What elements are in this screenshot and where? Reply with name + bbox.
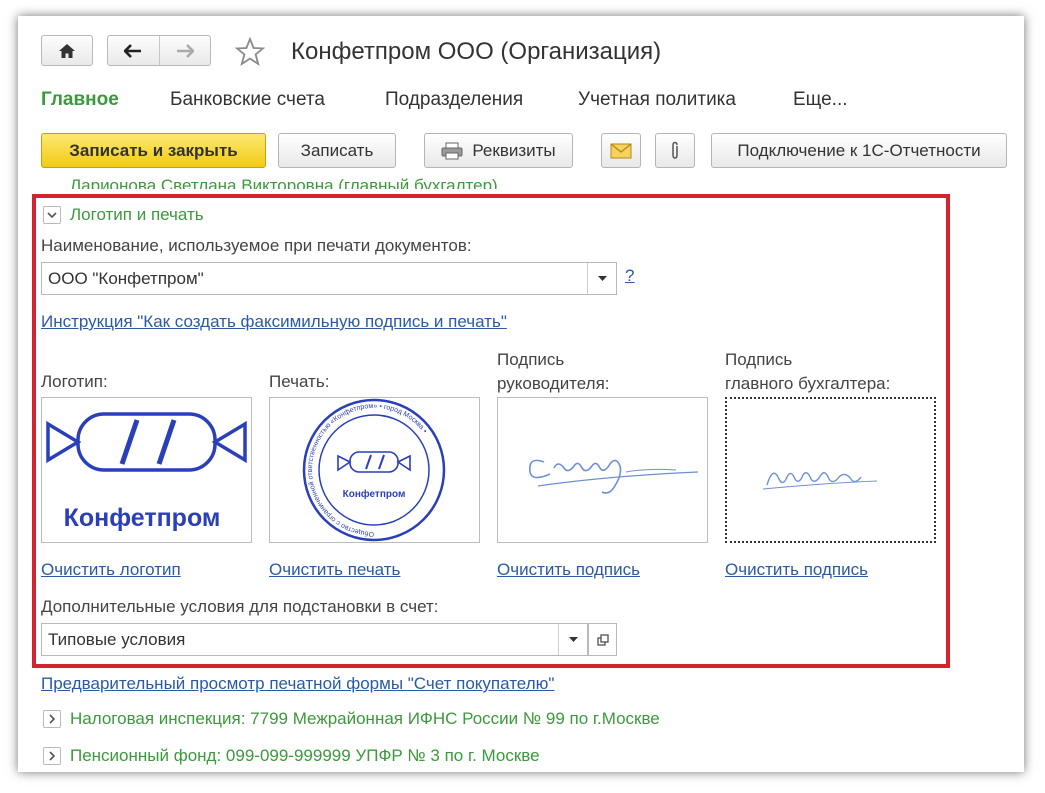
clear-stamp-link[interactable]: Очистить печать — [269, 560, 400, 580]
star-icon — [234, 36, 266, 67]
accountant-signature-label: Подпись главного бухгалтера: — [725, 348, 890, 396]
form-window: Конфетпром ООО (Организация) Главное Бан… — [18, 16, 1024, 772]
stamp-label: Печать: — [269, 372, 330, 391]
instruction-link[interactable]: Инструкция "Как создать факсимильную под… — [41, 312, 507, 332]
paperclip-icon — [672, 141, 678, 159]
envelope-icon — [610, 142, 632, 158]
help-link[interactable]: ? — [625, 266, 634, 286]
home-button[interactable] — [41, 35, 93, 66]
open-conditions-button[interactable] — [588, 623, 617, 656]
tax-section-title[interactable]: Налоговая инспекция: 7799 Межрайонная ИФ… — [70, 709, 660, 729]
stamp-icon: Общество с ограниченной ответственностью… — [302, 398, 446, 542]
connect-reporting-button[interactable]: Подключение к 1С-Отчетности — [711, 133, 1007, 168]
tab-more[interactable]: Еще... — [793, 89, 848, 111]
printer-icon — [441, 142, 463, 159]
window-title: Конфетпром ООО (Организация) — [291, 38, 662, 65]
tab-bank-accounts[interactable]: Банковские счета — [170, 89, 325, 111]
logo-label: Логотип: — [41, 372, 108, 391]
print-name-value: ООО "Конфетпром" — [48, 268, 204, 288]
arrow-left-icon — [124, 43, 142, 58]
requisites-button[interactable]: Реквизиты — [424, 133, 573, 168]
attach-button[interactable] — [655, 133, 695, 168]
stamp-image[interactable]: Общество с ограниченной ответственностью… — [269, 397, 480, 543]
home-icon — [59, 43, 75, 58]
tab-main[interactable]: Главное — [41, 89, 119, 111]
tab-accounting-policy[interactable]: Учетная политика — [578, 89, 736, 111]
chief-accountant-text: Ларионова Светлана Викторовна (главный б… — [70, 176, 498, 189]
director-signature-image[interactable] — [497, 397, 708, 543]
pension-section-title[interactable]: Пенсионный фонд: 099-099-999999 УПФР № 3… — [70, 746, 540, 766]
logo-section-title[interactable]: Логотип и печать — [70, 205, 204, 225]
requisites-label: Реквизиты — [472, 140, 556, 160]
conditions-dropdown[interactable] — [558, 624, 587, 655]
dropdown-arrow-icon — [597, 275, 607, 281]
conditions-label: Дополнительные условия для подстановки в… — [41, 597, 439, 616]
chevron-right-icon — [48, 751, 55, 761]
director-label-line2: руководителя: — [497, 374, 610, 393]
favorite-star[interactable] — [234, 36, 266, 72]
chevron-right-icon — [48, 714, 55, 724]
save-button[interactable]: Записать — [278, 133, 396, 168]
print-name-field[interactable]: ООО "Конфетпром" — [41, 262, 617, 295]
history-nav — [107, 35, 211, 66]
conditions-field[interactable]: Типовые условия — [41, 623, 588, 656]
clear-director-signature-link[interactable]: Очистить подпись — [497, 560, 640, 580]
chevron-down-icon — [47, 211, 57, 218]
save-close-button[interactable]: Записать и закрыть — [41, 133, 266, 168]
candy-logo-icon: Конфетпром — [46, 412, 247, 532]
conditions-value: Типовые условия — [48, 629, 186, 649]
clear-accountant-signature-link[interactable]: Очистить подпись — [725, 560, 868, 580]
collapse-logo-section[interactable] — [43, 206, 61, 224]
expand-tax-section[interactable] — [43, 710, 61, 728]
back-button[interactable] — [108, 36, 160, 65]
signature-icon — [528, 459, 699, 494]
print-name-dropdown[interactable] — [587, 263, 616, 294]
clear-logo-link[interactable]: Очистить логотип — [41, 560, 181, 580]
open-icon — [596, 633, 609, 646]
logo-text: Конфетпром — [64, 504, 221, 532]
logo-image[interactable]: Конфетпром — [41, 397, 252, 543]
director-label-line1: Подпись — [497, 350, 565, 369]
arrow-right-icon — [176, 43, 194, 58]
forward-button[interactable] — [160, 36, 211, 65]
stamp-center-text: Конфетпром — [343, 488, 406, 500]
expand-pension-section[interactable] — [43, 747, 61, 765]
accountant-label-line1: Подпись — [725, 350, 793, 369]
director-signature-label: Подпись руководителя: — [497, 348, 610, 396]
email-button[interactable] — [601, 133, 641, 168]
signature-icon — [762, 472, 878, 490]
print-name-label: Наименование, используемое при печати до… — [41, 236, 472, 255]
accountant-label-line2: главного бухгалтера: — [725, 374, 891, 393]
tab-departments[interactable]: Подразделения — [385, 89, 523, 111]
preview-link[interactable]: Предварительный просмотр печатной формы … — [41, 674, 554, 694]
accountant-signature-image[interactable] — [725, 397, 936, 543]
dropdown-arrow-icon — [568, 636, 578, 642]
